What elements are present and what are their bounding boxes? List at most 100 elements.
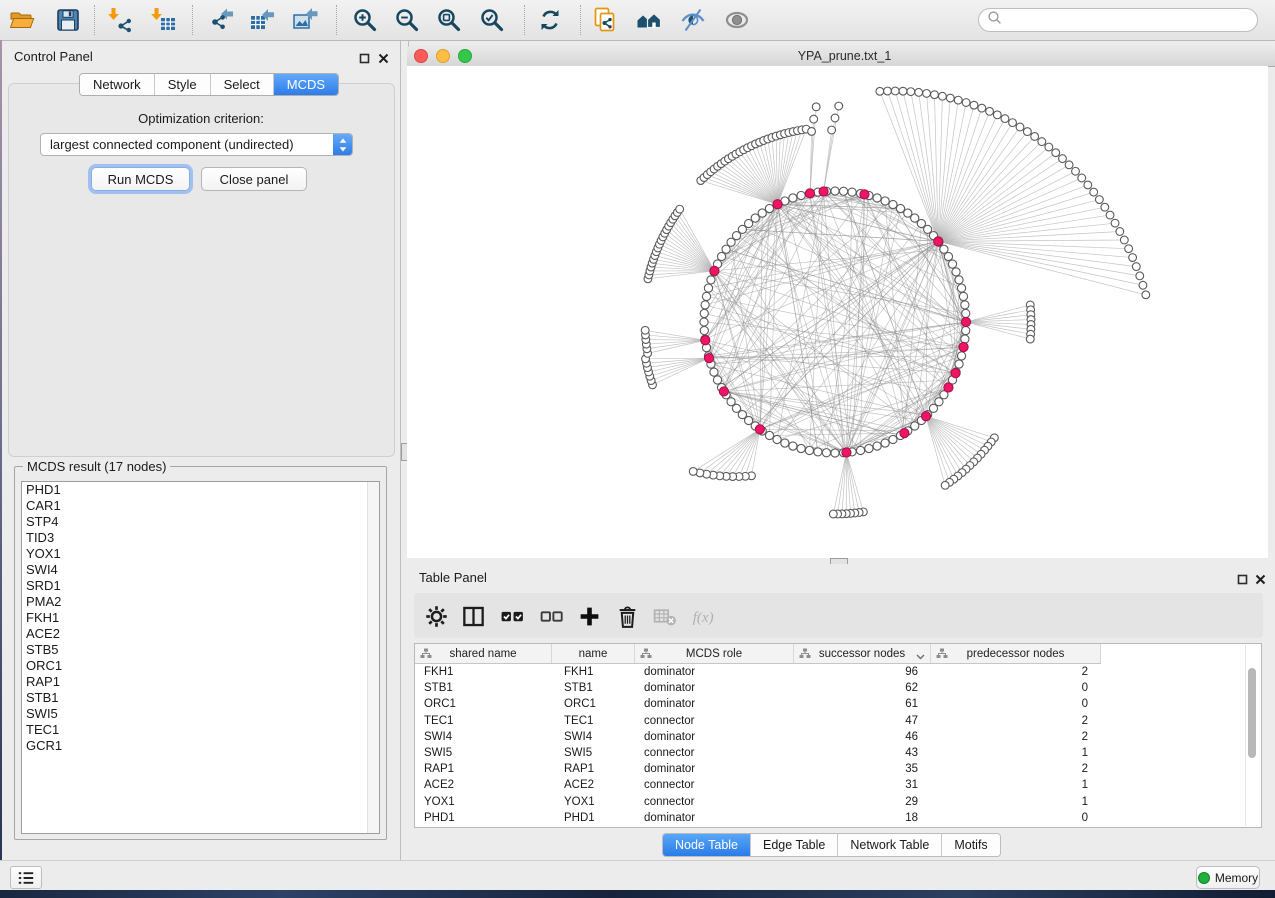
network-node[interactable] bbox=[831, 187, 839, 195]
network-canvas[interactable] bbox=[407, 66, 1268, 558]
import-network-icon[interactable] bbox=[104, 3, 138, 37]
add-icon[interactable] bbox=[574, 602, 604, 630]
network-node[interactable] bbox=[941, 481, 949, 489]
network-node[interactable] bbox=[676, 205, 684, 213]
network-node[interactable] bbox=[1129, 254, 1137, 262]
network-node[interactable] bbox=[955, 276, 963, 284]
mcds-hub-node[interactable] bbox=[773, 200, 782, 209]
table-cell[interactable]: 1 bbox=[931, 747, 1101, 759]
mcds-hub-node[interactable] bbox=[710, 266, 719, 275]
table-cell[interactable]: SWI4 bbox=[552, 731, 635, 743]
zoom-in-icon[interactable] bbox=[348, 3, 382, 37]
network-node[interactable] bbox=[689, 468, 697, 476]
table-cell[interactable]: dominator bbox=[635, 698, 794, 710]
table-cell[interactable]: connector bbox=[635, 715, 794, 727]
network-node[interactable] bbox=[797, 191, 805, 199]
gear-icon[interactable] bbox=[421, 602, 451, 630]
column-header-name[interactable]: name bbox=[552, 644, 635, 663]
network-node[interactable] bbox=[923, 89, 931, 97]
table-cell[interactable]: 2 bbox=[931, 763, 1101, 775]
table-cell[interactable]: 2 bbox=[931, 666, 1101, 678]
tab-motifs[interactable]: Motifs bbox=[941, 834, 999, 856]
network-node[interactable] bbox=[828, 126, 836, 134]
network-node[interactable] bbox=[884, 87, 892, 95]
result-node-item[interactable]: TEC1 bbox=[22, 722, 379, 738]
network-node[interactable] bbox=[1111, 219, 1119, 227]
mcds-hub-node[interactable] bbox=[719, 387, 728, 396]
table-row[interactable]: ACE2ACE2connector311 bbox=[415, 777, 1261, 793]
run-mcds-button[interactable]: Run MCDS bbox=[91, 167, 190, 191]
table-cell[interactable]: dominator bbox=[635, 731, 794, 743]
result-node-item[interactable]: SWI5 bbox=[22, 706, 379, 722]
scrollbar-thumb[interactable] bbox=[1248, 668, 1256, 758]
network-node[interactable] bbox=[1001, 115, 1009, 123]
table-cell[interactable]: 0 bbox=[931, 682, 1101, 694]
table-cell[interactable]: 0 bbox=[931, 812, 1101, 824]
table-cell[interactable]: 62 bbox=[794, 682, 931, 694]
network-node[interactable] bbox=[1078, 174, 1086, 182]
zoom-fit-icon[interactable] bbox=[432, 3, 466, 37]
network-node[interactable] bbox=[773, 435, 781, 443]
column-header-MCDS-role[interactable]: MCDS role bbox=[635, 644, 794, 663]
network-node[interactable] bbox=[993, 111, 1001, 119]
network-node[interactable] bbox=[814, 448, 822, 456]
result-node-item[interactable]: ORC1 bbox=[22, 658, 379, 674]
network-node[interactable] bbox=[1120, 236, 1128, 244]
network-node[interactable] bbox=[873, 442, 881, 450]
network-node[interactable] bbox=[1139, 281, 1147, 289]
float-panel-icon[interactable] bbox=[358, 52, 370, 64]
show-details-icon[interactable] bbox=[720, 3, 754, 37]
network-node[interactable] bbox=[1016, 123, 1024, 131]
table-cell[interactable]: YOX1 bbox=[415, 796, 552, 808]
table-cell[interactable]: 2 bbox=[931, 731, 1101, 743]
network-node[interactable] bbox=[865, 444, 873, 452]
network-node[interactable] bbox=[1090, 188, 1098, 196]
table-cell[interactable]: ACE2 bbox=[415, 779, 552, 791]
network-node[interactable] bbox=[831, 114, 839, 122]
table-cell[interactable]: TEC1 bbox=[552, 715, 635, 727]
network-node[interactable] bbox=[959, 292, 967, 300]
result-node-item[interactable]: FKH1 bbox=[22, 610, 379, 626]
result-node-item[interactable]: SRD1 bbox=[22, 578, 379, 594]
network-node[interactable] bbox=[704, 284, 712, 292]
table-cell[interactable]: 1 bbox=[931, 779, 1101, 791]
table-cell[interactable]: 29 bbox=[794, 796, 931, 808]
float-panel-icon[interactable] bbox=[1236, 573, 1248, 585]
network-node[interactable] bbox=[1136, 272, 1144, 280]
network-node[interactable] bbox=[889, 200, 897, 208]
network-overview-icon[interactable] bbox=[632, 3, 666, 37]
tab-style[interactable]: Style bbox=[154, 74, 210, 95]
close-panel-button[interactable]: Close panel bbox=[201, 167, 307, 191]
save-session-icon[interactable] bbox=[51, 3, 85, 37]
network-node[interactable] bbox=[986, 107, 994, 115]
network-node[interactable] bbox=[961, 335, 969, 343]
network-node[interactable] bbox=[641, 326, 649, 334]
tab-node-table[interactable]: Node Table bbox=[663, 834, 750, 856]
mcds-hub-node[interactable] bbox=[959, 342, 968, 351]
mcds-hub-node[interactable] bbox=[701, 336, 710, 345]
deselect-all-icon[interactable] bbox=[536, 602, 566, 630]
column-header-shared-name[interactable]: shared name bbox=[415, 644, 552, 663]
result-node-item[interactable]: RAP1 bbox=[22, 674, 379, 690]
result-list-scrollbar[interactable] bbox=[367, 482, 379, 833]
network-node[interactable] bbox=[876, 87, 884, 95]
mcds-hub-node[interactable] bbox=[805, 189, 814, 198]
open-network-icon[interactable] bbox=[5, 3, 39, 37]
select-all-icon[interactable] bbox=[497, 602, 527, 630]
network-node[interactable] bbox=[1106, 211, 1114, 219]
network-node[interactable] bbox=[955, 360, 963, 368]
table-cell[interactable]: ACE2 bbox=[552, 779, 635, 791]
network-node[interactable] bbox=[896, 204, 904, 212]
mcds-hub-node[interactable] bbox=[819, 187, 828, 196]
network-node[interactable] bbox=[899, 87, 907, 95]
clone-network-icon[interactable] bbox=[588, 3, 622, 37]
table-cell[interactable]: 47 bbox=[794, 715, 931, 727]
maximize-window-icon[interactable] bbox=[458, 49, 472, 63]
import-table-icon[interactable] bbox=[147, 3, 181, 37]
network-node[interactable] bbox=[808, 128, 816, 136]
network-node[interactable] bbox=[789, 194, 797, 202]
table-cell[interactable]: 18 bbox=[794, 812, 931, 824]
table-cell[interactable]: TEC1 bbox=[415, 715, 552, 727]
sort-chevron-icon[interactable] bbox=[916, 651, 925, 663]
tab-mcds[interactable]: MCDS bbox=[273, 74, 338, 95]
